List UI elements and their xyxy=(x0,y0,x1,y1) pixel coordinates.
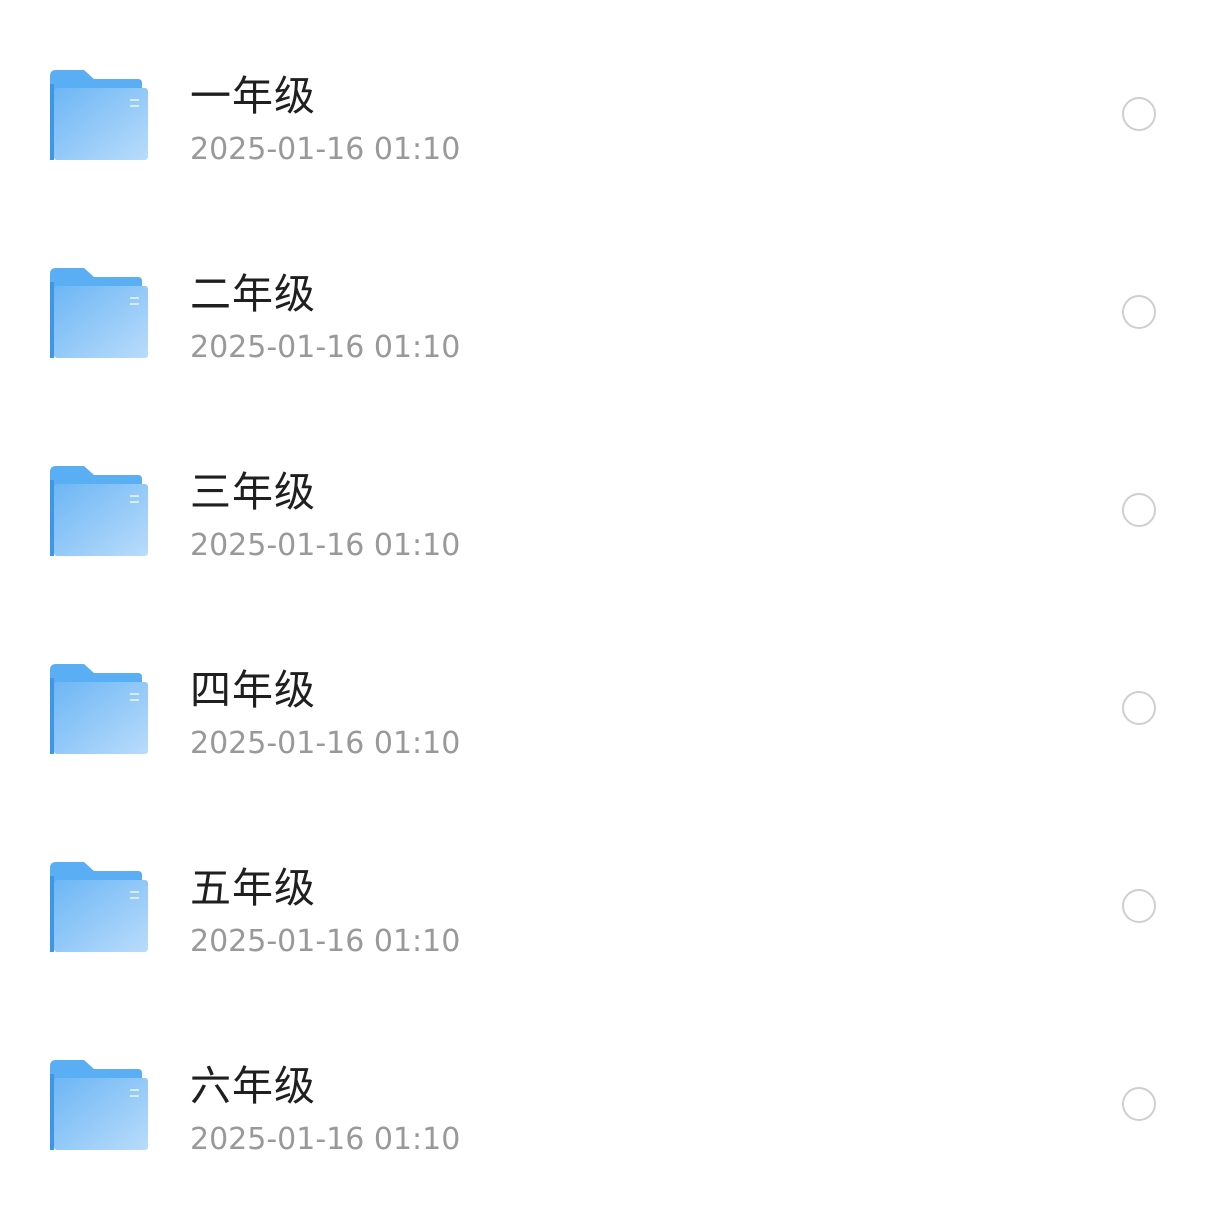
list-item[interactable]: 六年级 2025-01-16 01:10 xyxy=(0,1006,1215,1204)
list-item[interactable]: 二年级 2025-01-16 01:10 xyxy=(0,214,1215,412)
folder-icon xyxy=(50,664,148,756)
folder-name: 六年级 xyxy=(190,1062,316,1110)
folder-icon xyxy=(50,268,148,360)
list-item[interactable]: 四年级 2025-01-16 01:10 xyxy=(0,610,1215,808)
folder-date: 2025-01-16 01:10 xyxy=(190,726,461,761)
folder-name: 一年级 xyxy=(190,72,316,120)
folder-name: 五年级 xyxy=(190,864,316,912)
radio-unchecked-icon[interactable] xyxy=(1122,97,1156,131)
folder-date: 2025-01-16 01:10 xyxy=(190,1122,461,1157)
folder-date: 2025-01-16 01:10 xyxy=(190,132,461,167)
radio-unchecked-icon[interactable] xyxy=(1122,493,1156,527)
folder-icon xyxy=(50,862,148,954)
radio-unchecked-icon[interactable] xyxy=(1122,295,1156,329)
folder-name: 二年级 xyxy=(190,270,316,318)
list-item[interactable]: 三年级 2025-01-16 01:10 xyxy=(0,412,1215,610)
list-item[interactable]: 一年级 2025-01-16 01:10 xyxy=(0,16,1215,214)
folder-date: 2025-01-16 01:10 xyxy=(190,924,461,959)
folder-list: 一年级 2025-01-16 01:10 二年级 2025-01-16 01:1… xyxy=(0,0,1215,1209)
list-item[interactable]: 五年级 2025-01-16 01:10 xyxy=(0,808,1215,1006)
folder-date: 2025-01-16 01:10 xyxy=(190,528,461,563)
radio-unchecked-icon[interactable] xyxy=(1122,691,1156,725)
folder-icon xyxy=(50,1060,148,1152)
folder-date: 2025-01-16 01:10 xyxy=(190,330,461,365)
radio-unchecked-icon[interactable] xyxy=(1122,1087,1156,1121)
folder-icon xyxy=(50,466,148,558)
radio-unchecked-icon[interactable] xyxy=(1122,889,1156,923)
folder-name: 三年级 xyxy=(190,468,316,516)
folder-name: 四年级 xyxy=(190,666,316,714)
folder-icon xyxy=(50,70,148,162)
